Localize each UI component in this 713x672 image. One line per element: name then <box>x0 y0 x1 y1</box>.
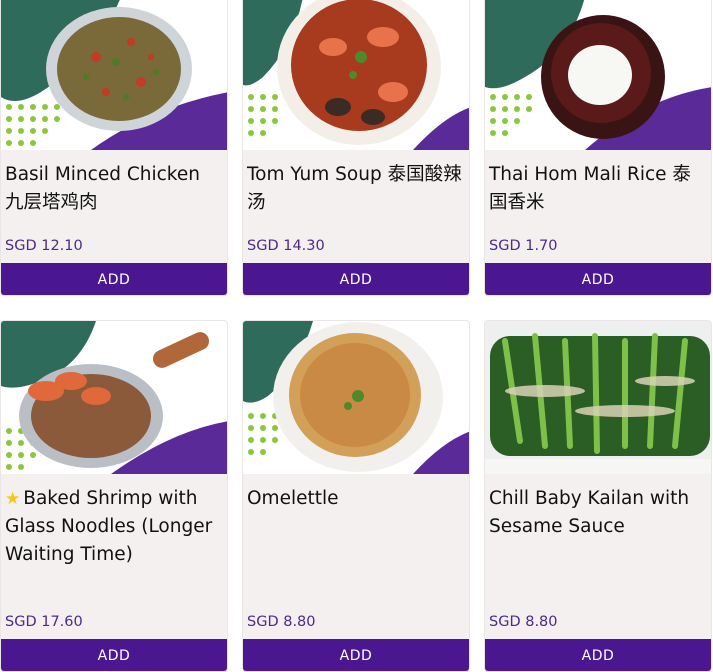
add-button[interactable]: ADD <box>485 263 711 295</box>
add-button[interactable]: ADD <box>485 639 711 671</box>
item-name: Tom Yum Soup 泰国酸辣汤 <box>247 164 462 213</box>
menu-item-card[interactable]: ★ Baked Shrimp with Glass Noodles (Longer… <box>0 320 228 672</box>
food-image[interactable] <box>485 0 711 150</box>
add-button[interactable]: ADD <box>1 263 227 295</box>
menu-item-card[interactable]: Tom Yum Soup 泰国酸辣汤 SGD 14.30 ADD <box>242 0 470 296</box>
item-price: SGD 8.80 <box>489 614 558 630</box>
item-name: ★ Baked Shrimp with Glass Noodles (Longer… <box>5 485 223 569</box>
add-button[interactable]: ADD <box>243 639 469 671</box>
item-price: SGD 8.80 <box>247 614 316 630</box>
menu-item-card[interactable]: Omelettle SGD 8.80 ADD <box>242 320 470 672</box>
item-name-text: Baked Shrimp with Glass Noodles (Longer … <box>5 488 213 565</box>
item-price: SGD 17.60 <box>5 614 83 630</box>
menu-item-card[interactable]: Basil Minced Chicken 九层塔鸡肉 SGD 12.10 ADD <box>0 0 228 296</box>
food-image[interactable] <box>243 321 469 474</box>
add-button[interactable]: ADD <box>1 639 227 671</box>
item-name: Omelettle <box>247 488 339 509</box>
item-price: SGD 1.70 <box>489 238 558 254</box>
item-name: Thai Hom Mali Rice 泰国香米 <box>489 164 691 213</box>
item-price: SGD 14.30 <box>247 238 325 254</box>
food-image[interactable] <box>243 0 469 150</box>
item-name: Basil Minced Chicken 九层塔鸡肉 <box>5 164 200 213</box>
food-image[interactable] <box>1 0 227 150</box>
food-image[interactable] <box>485 321 711 474</box>
food-image[interactable] <box>1 321 227 474</box>
star-icon: ★ <box>5 489 21 509</box>
item-name: Chill Baby Kailan with Sesame Sauce <box>489 488 690 537</box>
item-price: SGD 12.10 <box>5 238 83 254</box>
menu-item-card[interactable]: Chill Baby Kailan with Sesame Sauce SGD … <box>484 320 712 672</box>
add-button[interactable]: ADD <box>243 263 469 295</box>
menu-item-card[interactable]: Thai Hom Mali Rice 泰国香米 SGD 1.70 ADD <box>484 0 712 296</box>
